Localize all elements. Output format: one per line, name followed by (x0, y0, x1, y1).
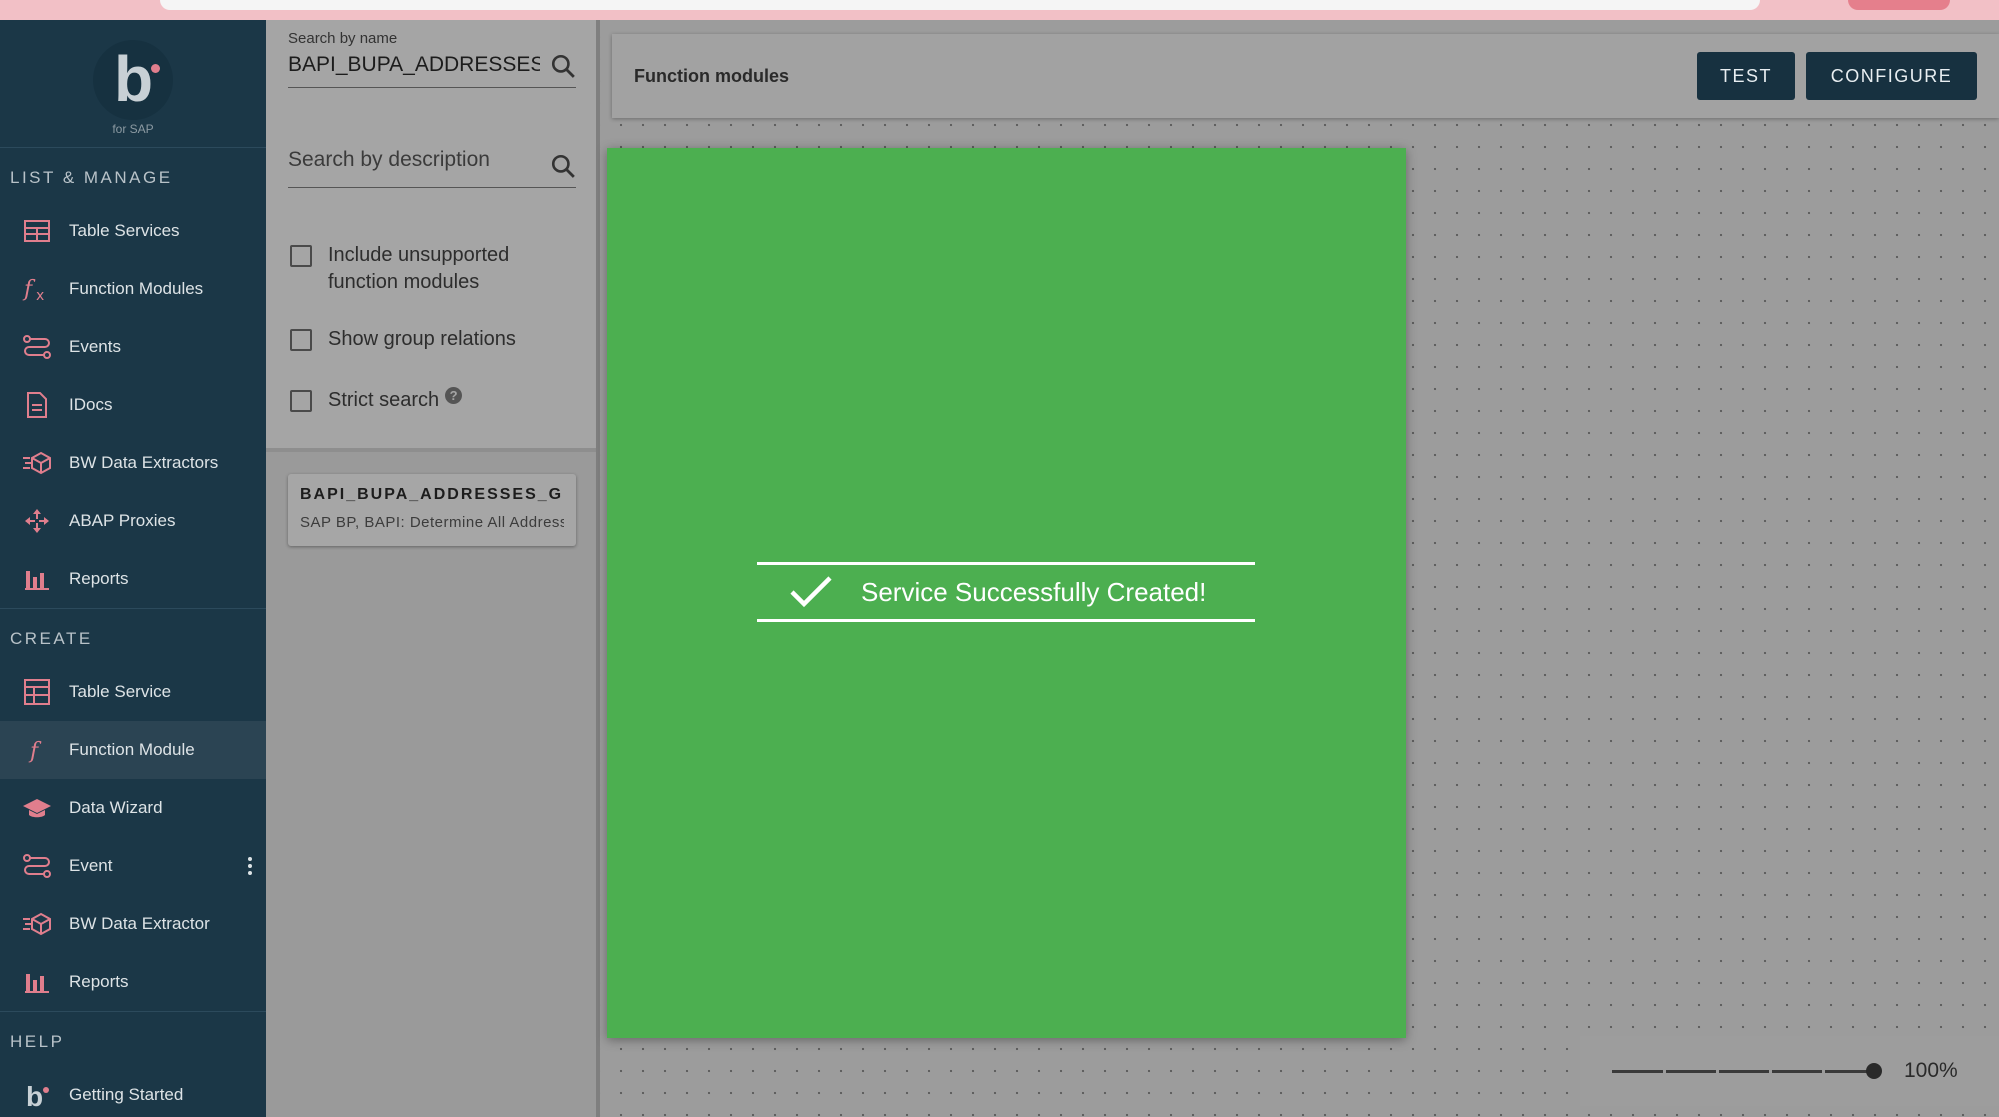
sidebar-item-label: Getting Started (69, 1085, 184, 1104)
proxy-icon (22, 506, 52, 536)
function-icon: fx (22, 274, 52, 304)
sidebar-item-create-reports[interactable]: Reports (0, 953, 266, 1011)
section-title-create: CREATE (10, 629, 93, 648)
show-group-relations-label: Show group relations (328, 328, 516, 350)
zoom-slider-track[interactable] (1612, 1070, 1874, 1073)
success-message-box: Service Successfully Created! (757, 562, 1255, 622)
strict-search-label: Strict search (328, 389, 440, 411)
sidebar-item-label: IDocs (69, 395, 113, 414)
svg-text:b: b (26, 1082, 43, 1108)
extractor-icon (22, 909, 52, 939)
sidebar-item-create-data-wizard[interactable]: Data Wizard (0, 779, 266, 837)
bar-chart-icon (22, 967, 52, 997)
result-card[interactable]: BAPI_BUPA_ADDRESSES_GET SAP BP, BAPI: De… (288, 474, 576, 546)
svg-text:x: x (36, 288, 44, 302)
search-icon[interactable] (550, 53, 576, 79)
strict-search-option[interactable]: Strict search ? (290, 387, 463, 414)
sidebar: b for SAP LIST & MANAGE Table Services f… (0, 20, 266, 1117)
sidebar-item-function-modules[interactable]: fx Function Modules (0, 260, 266, 318)
sidebar-item-getting-started[interactable]: b Getting Started (0, 1066, 266, 1117)
zoom-tick (1769, 1070, 1772, 1073)
event-icon (22, 851, 52, 881)
logo-icon: b (22, 1080, 52, 1110)
zoom-tick (1663, 1070, 1666, 1073)
sidebar-item-create-event[interactable]: Event (0, 837, 266, 895)
sidebar-item-label: Function Module (69, 740, 195, 759)
more-vert-icon[interactable] (248, 855, 252, 877)
function-icon: f (22, 735, 52, 765)
sidebar-item-idocs[interactable]: IDocs (0, 376, 266, 434)
search-icon[interactable] (550, 153, 576, 179)
extractor-icon (22, 448, 52, 478)
zoom-tick (1822, 1070, 1825, 1073)
sidebar-item-label: Data Wizard (69, 798, 163, 817)
section-title-list-manage: LIST & MANAGE (10, 168, 173, 187)
logo-letter: b (114, 43, 154, 115)
result-name: BAPI_BUPA_ADDRESSES_GET (300, 486, 564, 503)
page-title: Function modules (634, 66, 789, 86)
logo-subtitle: for SAP (112, 122, 154, 136)
sidebar-item-create-table-service[interactable]: Table Service (0, 663, 266, 721)
document-icon (22, 390, 52, 420)
test-button[interactable]: TEST (1697, 52, 1795, 100)
sidebar-item-table-services[interactable]: Table Services (0, 202, 266, 260)
function-modules-header: Function modules TEST CONFIGURE (612, 34, 1999, 118)
show-group-relations-checkbox[interactable] (290, 329, 312, 351)
svg-text:f: f (28, 739, 42, 763)
logo[interactable]: b for SAP (0, 20, 266, 148)
include-unsupported-option[interactable]: Include unsupported function modules (290, 242, 550, 296)
configure-button[interactable]: CONFIGURE (1806, 52, 1977, 100)
search-by-description-field[interactable]: Search by description (288, 148, 576, 188)
svg-text:f: f (22, 277, 36, 302)
include-unsupported-label: Include unsupported function modules (328, 244, 510, 293)
bar-chart-icon (22, 564, 52, 594)
top-right-button[interactable] (1848, 0, 1950, 10)
search-by-description-input[interactable]: Search by description (288, 148, 576, 172)
section-title-help: HELP (10, 1032, 65, 1051)
sidebar-item-label: BW Data Extractors (69, 453, 219, 472)
sidebar-item-create-bw-data-extractor[interactable]: BW Data Extractor (0, 895, 266, 953)
sidebar-item-label: Table Service (69, 682, 172, 701)
browser-top-bar (0, 0, 1999, 20)
sidebar-item-events[interactable]: Events (0, 318, 266, 376)
strict-search-checkbox[interactable] (290, 390, 312, 412)
help-icon[interactable]: ? (445, 387, 463, 404)
result-description: SAP BP, BAPI: Determine All Addresses (300, 514, 564, 531)
sidebar-item-abap-proxies[interactable]: ABAP Proxies (0, 492, 266, 550)
sidebar-item-label: Table Services (69, 221, 180, 240)
sidebar-item-label: ABAP Proxies (69, 511, 176, 530)
table-icon (22, 677, 52, 707)
include-unsupported-checkbox[interactable] (290, 245, 312, 267)
search-by-name-label: Search by name (288, 30, 398, 47)
wizard-hat-icon (22, 793, 52, 823)
sidebar-item-label: Events (69, 337, 121, 356)
zoom-tick (1716, 1070, 1719, 1073)
sidebar-item-bw-data-extractors[interactable]: BW Data Extractors (0, 434, 266, 492)
event-icon (22, 332, 52, 362)
success-message: Service Successfully Created! (861, 576, 1207, 607)
sidebar-item-label: Reports (69, 972, 129, 991)
show-group-relations-option[interactable]: Show group relations (290, 326, 516, 353)
address-bar[interactable] (160, 0, 1760, 10)
search-panel: Search by name BAPI_BUPA_ADDRESSES_GET S… (266, 20, 596, 452)
results-panel (266, 452, 596, 1117)
sidebar-item-reports[interactable]: Reports (0, 550, 266, 608)
zoom-control: 100% (1580, 1036, 1999, 1106)
sidebar-item-create-function-module[interactable]: f Function Module (0, 721, 266, 779)
success-modal: Service Successfully Created! (607, 148, 1406, 1038)
sidebar-item-label: Event (69, 856, 113, 875)
zoom-slider-thumb[interactable] (1866, 1063, 1882, 1079)
table-icon (22, 216, 52, 246)
search-by-name-input[interactable]: BAPI_BUPA_ADDRESSES_GET (288, 53, 540, 77)
check-icon (790, 576, 832, 608)
search-by-name-field[interactable]: Search by name BAPI_BUPA_ADDRESSES_GET (288, 30, 576, 88)
sidebar-item-label: Function Modules (69, 279, 204, 298)
zoom-value: 100% (1904, 1059, 1958, 1082)
sidebar-item-label: Reports (69, 569, 129, 588)
sidebar-item-label: BW Data Extractor (69, 914, 210, 933)
logo-dot (151, 64, 160, 73)
